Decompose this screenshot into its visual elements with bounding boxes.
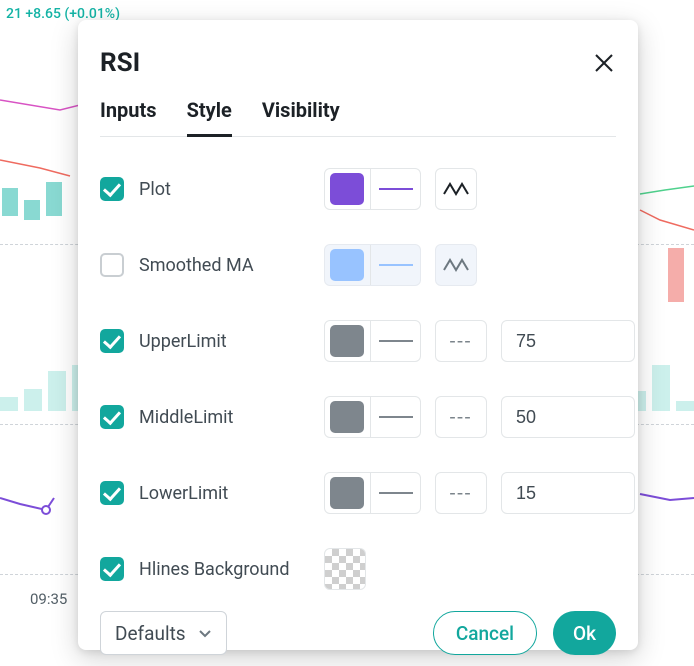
lower-limit-checkbox[interactable]	[100, 481, 124, 505]
smoothed-ma-color-swatch	[330, 249, 364, 281]
lower-limit-line-sample	[379, 492, 413, 494]
settings-tabs: Inputs Style Visibility	[100, 98, 616, 137]
middle-limit-value-input[interactable]	[501, 396, 635, 438]
hlines-bg-label: Hlines Background	[139, 559, 290, 580]
close-button[interactable]	[592, 51, 616, 75]
upper-limit-dash-button[interactable]: ---	[435, 320, 487, 362]
dialog-header: RSI	[100, 48, 616, 98]
smoothed-ma-color-line-picker[interactable]	[324, 244, 421, 286]
middle-limit-line-sample	[379, 416, 413, 418]
plot-line-sample	[379, 188, 413, 190]
plot-line-style-button[interactable]	[435, 168, 477, 210]
hlines-bg-color-picker[interactable]	[324, 548, 366, 590]
upper-limit-color-swatch	[330, 325, 364, 357]
middle-limit-checkbox[interactable]	[100, 405, 124, 429]
indicator-settings-dialog: RSI Inputs Style Visibility Plot	[78, 20, 638, 650]
hlines-bg-checkbox[interactable]	[100, 557, 124, 581]
wave-icon	[443, 180, 469, 198]
lower-limit-label: LowerLimit	[139, 483, 228, 504]
upper-limit-label: UpperLimit	[139, 331, 227, 352]
middle-limit-dash-button[interactable]: ---	[435, 396, 487, 438]
cancel-button[interactable]: Cancel	[433, 611, 537, 655]
smoothed-ma-checkbox[interactable]	[100, 253, 124, 277]
middle-limit-color-line-picker[interactable]	[324, 396, 421, 438]
row-smoothed-ma: Smoothed MA	[100, 243, 616, 287]
dialog-footer: Defaults Cancel Ok	[100, 591, 616, 655]
defaults-dropdown[interactable]: Defaults	[100, 611, 227, 655]
smoothed-ma-label: Smoothed MA	[139, 255, 254, 276]
smoothed-ma-line-sample	[379, 264, 413, 266]
close-icon	[592, 51, 616, 75]
plot-color-swatch	[330, 173, 364, 205]
time-axis-label: 09:35	[30, 590, 67, 608]
row-hlines-background: Hlines Background	[100, 547, 616, 591]
ok-button[interactable]: Ok	[553, 611, 616, 655]
chevron-down-icon	[198, 626, 212, 640]
tab-inputs[interactable]: Inputs	[100, 98, 157, 137]
plot-label: Plot	[139, 179, 171, 200]
row-plot: Plot	[100, 167, 616, 211]
style-rows: Plot Smoothed MA	[100, 163, 616, 591]
defaults-label: Defaults	[115, 622, 186, 645]
upper-limit-color-line-picker[interactable]	[324, 320, 421, 362]
lower-limit-value-input[interactable]	[501, 472, 635, 514]
lower-limit-dash-button[interactable]: ---	[435, 472, 487, 514]
upper-limit-line-sample	[379, 340, 413, 342]
row-lower-limit: LowerLimit ---	[100, 471, 616, 515]
upper-limit-value-input[interactable]	[501, 320, 635, 362]
wave-icon	[443, 256, 469, 274]
middle-limit-label: MiddleLimit	[139, 407, 233, 428]
plot-color-line-picker[interactable]	[324, 168, 421, 210]
smoothed-ma-line-style-button[interactable]	[435, 244, 477, 286]
row-middle-limit: MiddleLimit ---	[100, 395, 616, 439]
plot-checkbox[interactable]	[100, 177, 124, 201]
dialog-title: RSI	[100, 48, 140, 78]
upper-limit-checkbox[interactable]	[100, 329, 124, 353]
tab-style[interactable]: Style	[187, 98, 232, 137]
lower-limit-color-line-picker[interactable]	[324, 472, 421, 514]
row-upper-limit: UpperLimit ---	[100, 319, 616, 363]
lower-limit-color-swatch	[330, 477, 364, 509]
tab-visibility[interactable]: Visibility	[262, 98, 340, 137]
middle-limit-color-swatch	[330, 401, 364, 433]
